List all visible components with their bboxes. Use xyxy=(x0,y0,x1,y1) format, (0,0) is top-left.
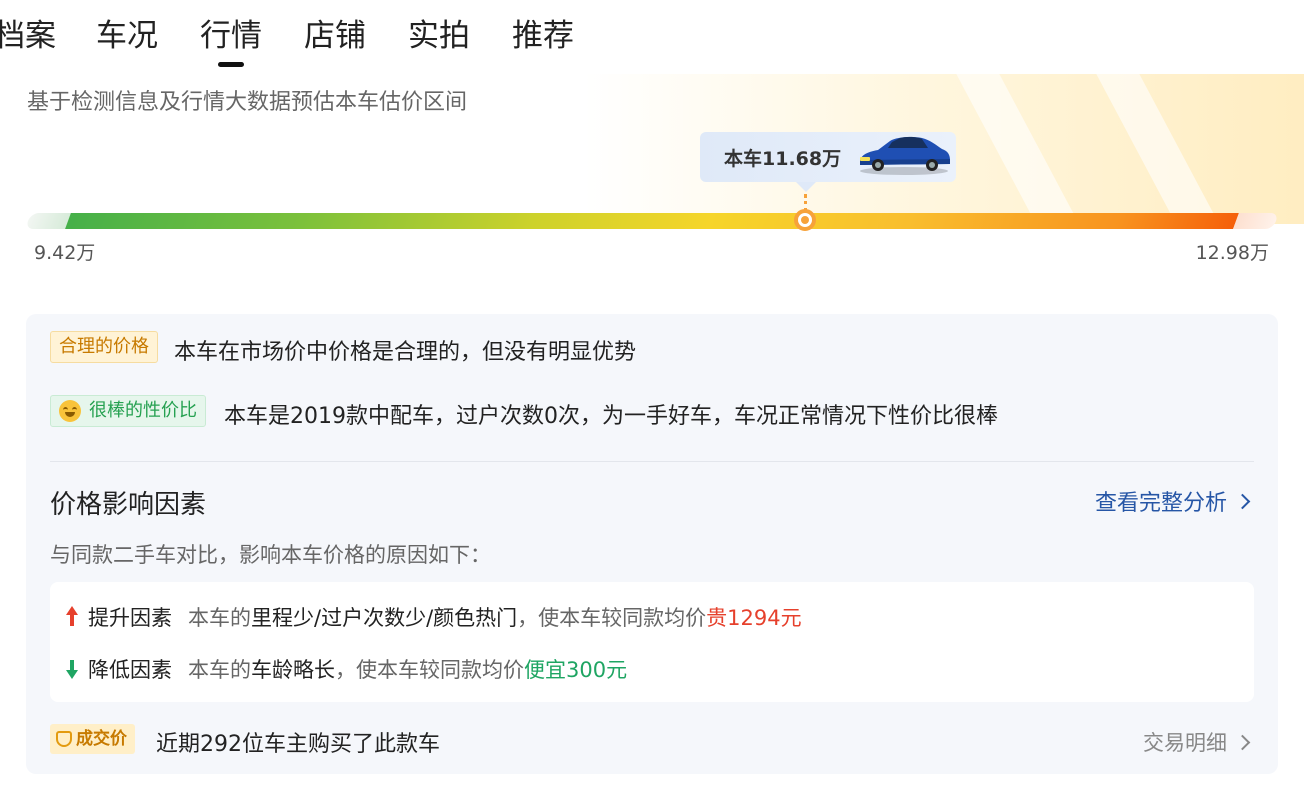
divider xyxy=(50,461,1254,462)
arrow-down-icon xyxy=(64,658,80,680)
tab-market[interactable]: 行情 xyxy=(200,14,262,58)
raise-factor-row: 提升因素 本车的 里程少/过户次数少/颜色热门 ，使本车较同款均价 贵1294元 xyxy=(64,602,802,632)
emoji-icon xyxy=(59,400,81,422)
current-price-marker xyxy=(794,209,816,231)
raise-factor-middle: ，使本车较同款均价 xyxy=(517,606,707,630)
lower-factor-prefix: 本车的 xyxy=(188,658,251,682)
transaction-details-label: 交易明细 xyxy=(1143,731,1227,755)
tab-condition[interactable]: 车况 xyxy=(96,14,158,58)
arrow-up-icon xyxy=(64,606,80,628)
view-full-analysis-label: 查看完整分析 xyxy=(1094,491,1227,516)
reasonable-price-tag: 合理的价格 xyxy=(50,331,158,363)
car-image xyxy=(860,136,950,175)
great-value-tag-label: 很棒的性价比 xyxy=(89,400,197,421)
price-range-bar xyxy=(25,213,1279,231)
factors-title: 价格影响因素 xyxy=(50,490,207,520)
tab-store[interactable]: 店铺 xyxy=(304,14,366,58)
hero-stripe xyxy=(952,70,1094,270)
estimate-subtitle: 基于检测信息及行情大数据预估本车估价区间 xyxy=(27,90,468,115)
lower-factor-amount: 便宜300元 xyxy=(524,658,628,682)
current-price-tooltip: 本车11.68万 xyxy=(700,132,956,192)
tab-bar: 档案 车况 行情 店铺 实拍 推荐 xyxy=(0,0,1304,70)
reasonable-price-tag-label: 合理的价格 xyxy=(59,336,149,357)
factors-box: 提升因素 本车的 里程少/过户次数少/颜色热门 ，使本车较同款均价 贵1294元… xyxy=(50,582,1254,702)
price-assessment-text: 本车在市场价中价格是合理的，但没有明显优势 xyxy=(174,340,637,365)
raise-factor-amount: 贵1294元 xyxy=(706,606,802,630)
deal-price-tag: 成交价 xyxy=(50,724,135,754)
raise-factor-label: 提升因素 xyxy=(88,606,172,630)
tab-archive[interactable]: 档案 xyxy=(0,14,56,58)
raise-factor-highlight: 里程少/过户次数少/颜色热门 xyxy=(251,606,518,630)
deal-count-text: 近期292位车主购买了此款车 xyxy=(156,732,440,757)
lower-factor-middle: ，使本车较同款均价 xyxy=(335,658,524,682)
price-analysis-card: 合理的价格 本车在市场价中价格是合理的，但没有明显优势 很棒的性价比 本车是20… xyxy=(26,314,1278,774)
tab-photos[interactable]: 实拍 xyxy=(408,14,470,58)
great-value-tag: 很棒的性价比 xyxy=(50,395,206,427)
price-estimate-section: 基于检测信息及行情大数据预估本车估价区间 本车11.68万 9.42万 12.9… xyxy=(0,70,1304,300)
chevron-right-icon xyxy=(1234,493,1251,509)
deal-icon xyxy=(56,731,72,747)
price-bar-gradient xyxy=(65,213,1239,229)
transaction-details-link[interactable]: 交易明细 xyxy=(1143,727,1251,757)
range-min-price: 9.42万 xyxy=(34,242,96,264)
tab-recommend[interactable]: 推荐 xyxy=(512,14,574,58)
value-assessment-text: 本车是2019款中配车，过户次数0次，为一手好车，车况正常情况下性价比很棒 xyxy=(224,404,998,429)
raise-factor-prefix: 本车的 xyxy=(188,606,251,630)
chevron-right-icon xyxy=(1234,734,1251,750)
factors-description: 与同款二手车对比，影响本车价格的原因如下： xyxy=(50,543,491,567)
deal-price-tag-label: 成交价 xyxy=(76,729,127,749)
lower-factor-row: 降低因素 本车的 车龄略长 ，使本车较同款均价 便宜300元 xyxy=(64,654,627,684)
range-max-price: 12.98万 xyxy=(1195,242,1269,264)
view-full-analysis-link[interactable]: 查看完整分析 xyxy=(1094,485,1251,517)
lower-factor-label: 降低因素 xyxy=(88,658,172,682)
current-price-label: 本车11.68万 xyxy=(724,147,842,170)
lower-factor-highlight: 车龄略长 xyxy=(251,658,335,682)
price-bar-end xyxy=(1233,213,1279,229)
